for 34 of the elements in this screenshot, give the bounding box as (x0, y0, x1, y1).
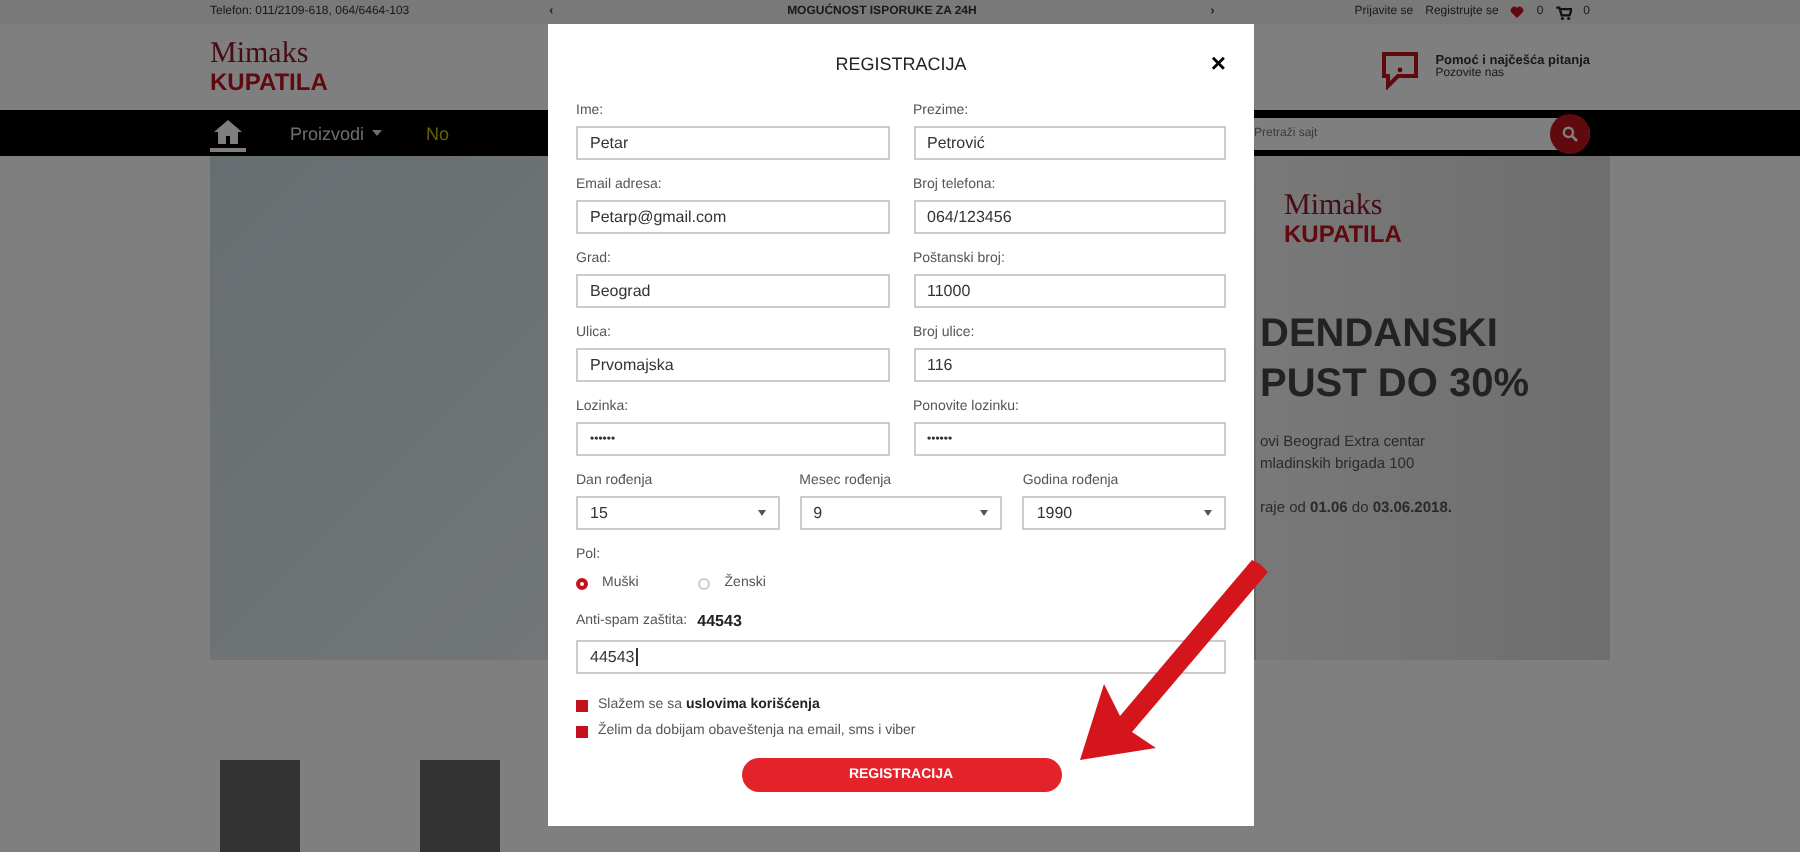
promo-headline: PUST DO 30% (1260, 360, 1531, 410)
text-field[interactable]: Beograd (576, 274, 889, 308)
heart-icon[interactable] (1510, 6, 1525, 18)
checkbox[interactable] (576, 725, 588, 737)
caret-icon[interactable] (757, 510, 766, 516)
text-field[interactable]: 11000 (913, 274, 1226, 308)
select-field[interactable]: 9 (799, 496, 1003, 530)
product-photo (220, 760, 300, 852)
cart-icon[interactable] (1555, 5, 1572, 19)
search-icon[interactable] (1562, 125, 1578, 141)
product-photo (420, 760, 500, 852)
caret-icon[interactable] (1203, 510, 1212, 516)
close-button[interactable]: × (1210, 50, 1226, 76)
text-field[interactable]: Prvomajska (576, 348, 889, 382)
home-icon[interactable] (210, 115, 246, 151)
logo-subtitle: KUPATILA (1284, 222, 1402, 246)
captcha-code: 44543 (697, 612, 742, 630)
logo-text: Mimaks (210, 40, 311, 70)
caret-icon[interactable] (372, 130, 383, 136)
text-field[interactable]: Petarp@gmail.com (576, 200, 889, 234)
text-field[interactable]: Petar (576, 126, 889, 160)
select-field[interactable]: 15 (576, 496, 780, 530)
logo-subtitle: KUPATILA (210, 70, 328, 94)
checkbox[interactable] (576, 699, 588, 711)
caret-icon[interactable] (980, 510, 989, 516)
text-field[interactable]: 116 (913, 348, 1226, 382)
dialog-title: REGISTRACIJA (835, 54, 967, 74)
promo-headline: DENDANSKI (1260, 310, 1500, 360)
nav-link[interactable]: Proizvodi (290, 123, 365, 143)
search-button[interactable] (1550, 113, 1590, 153)
logo-text: Mimaks (1284, 192, 1383, 222)
text-field[interactable]: 064/123456 (913, 200, 1226, 234)
select-field[interactable]: 1990 (1022, 496, 1226, 530)
text-field[interactable]: Petrović (913, 126, 1226, 160)
